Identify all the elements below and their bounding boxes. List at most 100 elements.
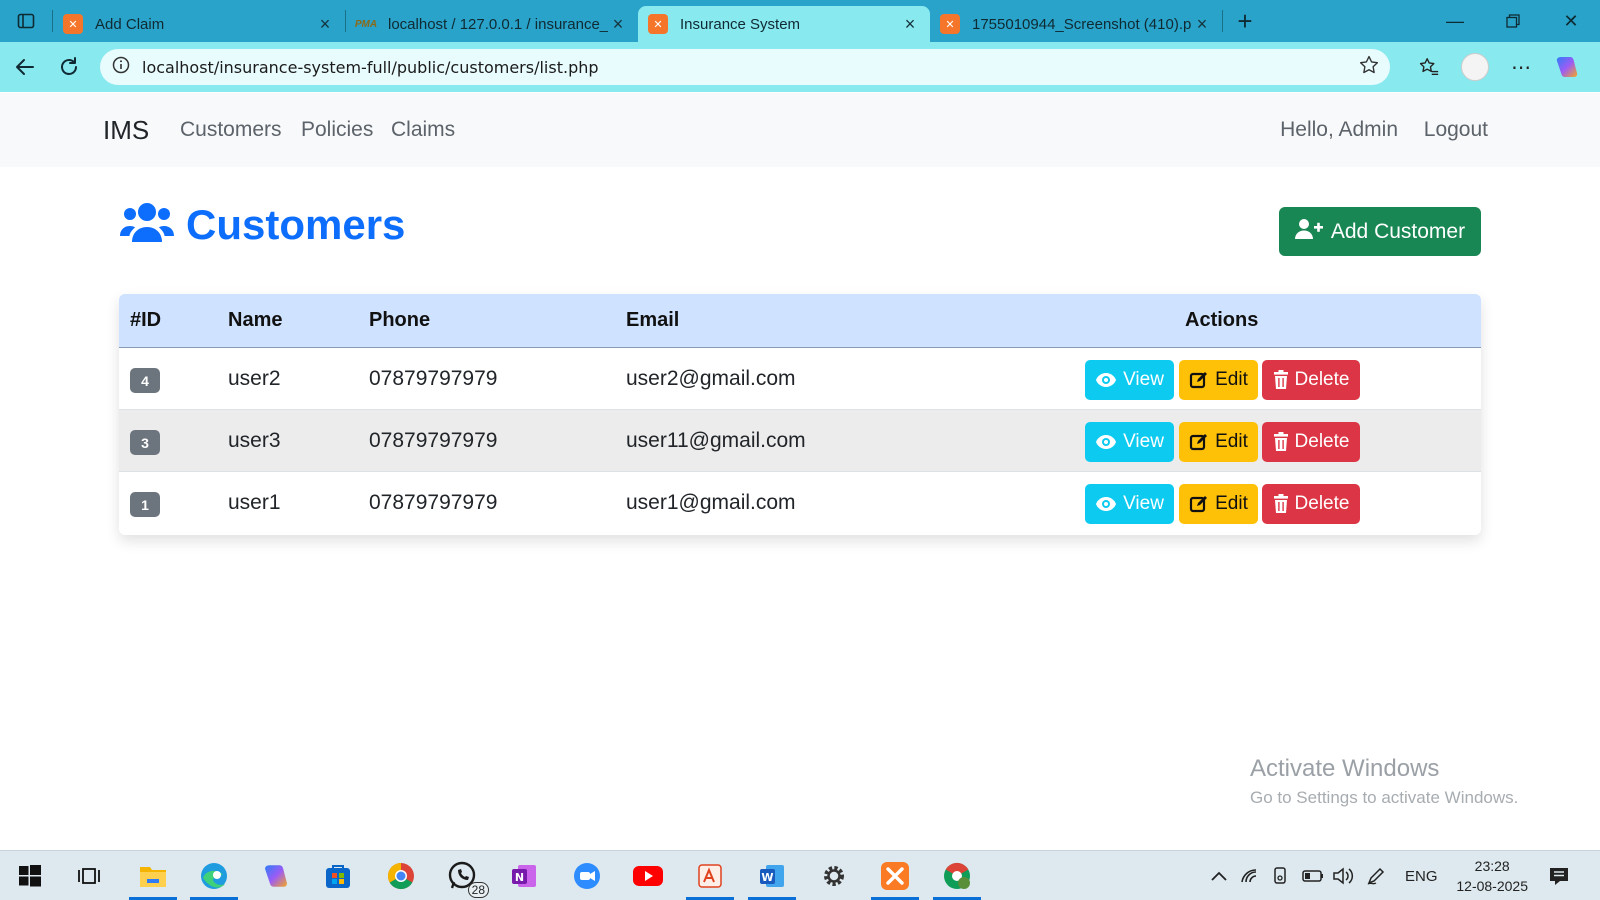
table-row: 3 user3 07879797979 user11@gmail.com Vie… <box>119 410 1481 472</box>
eye-icon <box>1096 373 1117 387</box>
delete-label: Delete <box>1294 493 1350 514</box>
view-button[interactable]: View <box>1085 422 1174 462</box>
edit-icon <box>1190 434 1208 451</box>
delete-label: Delete <box>1294 369 1350 390</box>
eye-icon <box>1096 435 1117 449</box>
close-tab-icon[interactable]: × <box>608 14 628 35</box>
show-hidden-icons[interactable] <box>1210 851 1228 900</box>
browser-tab-phpmyadmin[interactable]: PMA localhost / 127.0.0.1 / insurance_s … <box>346 6 638 42</box>
trash-icon <box>1273 432 1288 451</box>
cell-email: user11@gmail.com <box>626 429 806 452</box>
edge-icon[interactable] <box>196 858 232 894</box>
clock-date: 12-08-2025 <box>1456 878 1528 894</box>
tab-actions-icon[interactable] <box>0 0 52 42</box>
cell-name: user3 <box>228 429 281 452</box>
edit-label: Edit <box>1215 493 1248 514</box>
id-badge: 3 <box>130 430 160 455</box>
task-view-icon[interactable] <box>71 858 107 894</box>
microsoft-store-icon[interactable] <box>320 858 356 894</box>
view-button[interactable]: View <box>1085 360 1174 400</box>
page-header: Customers <box>120 200 405 249</box>
notifications-icon[interactable] <box>1548 851 1570 900</box>
zoom-icon[interactable] <box>569 858 605 894</box>
edit-label: Edit <box>1215 431 1248 452</box>
delete-button[interactable]: Delete <box>1262 360 1360 400</box>
add-customer-label: Add Customer <box>1330 219 1466 243</box>
cell-name: user2 <box>228 367 281 390</box>
svg-text:W: W <box>761 871 773 884</box>
edit-icon <box>1190 496 1208 513</box>
trash-icon <box>1273 370 1288 389</box>
edit-icon <box>1190 372 1208 389</box>
more-options-icon[interactable]: ⋯ <box>1498 45 1544 89</box>
pen-input-icon[interactable] <box>1366 851 1386 900</box>
refresh-icon[interactable] <box>47 45 91 89</box>
copilot-app-icon[interactable] <box>258 858 294 894</box>
xampp-icon: ✕ <box>648 14 668 34</box>
edit-button[interactable]: Edit <box>1179 360 1258 400</box>
chrome-profile-icon[interactable] <box>939 858 975 894</box>
back-icon[interactable] <box>3 45 47 89</box>
tab-title: Add Claim <box>95 15 165 33</box>
browser-tab-screenshot[interactable]: ✕ 1755010944_Screenshot (410).pn × <box>930 6 1222 42</box>
view-button[interactable]: View <box>1085 484 1174 524</box>
delete-button[interactable]: Delete <box>1262 422 1360 462</box>
close-tab-icon[interactable]: × <box>1192 14 1212 35</box>
language-indicator[interactable]: ENG <box>1405 851 1438 900</box>
volume-icon[interactable] <box>1332 851 1354 900</box>
onenote-icon[interactable]: N <box>506 858 542 894</box>
nav-link-claims[interactable]: Claims <box>391 118 455 142</box>
xampp-icon: ✕ <box>63 14 83 34</box>
whatsapp-icon[interactable]: 28 <box>445 858 489 898</box>
file-explorer-icon[interactable] <box>135 858 171 894</box>
minimize-icon[interactable]: — <box>1426 0 1484 42</box>
nav-link-policies[interactable]: Policies <box>301 118 373 142</box>
edit-button[interactable]: Edit <box>1179 484 1258 524</box>
windows-start-icon[interactable] <box>12 858 48 894</box>
chrome-icon[interactable] <box>383 858 419 894</box>
users-icon <box>120 200 174 249</box>
settings-gear-icon[interactable] <box>816 858 852 894</box>
site-info-icon[interactable] <box>112 56 130 79</box>
nav-link-customers[interactable]: Customers <box>180 118 282 142</box>
delete-button[interactable]: Delete <box>1262 484 1360 524</box>
eye-icon <box>1096 497 1117 511</box>
clock-time: 23:28 <box>1474 858 1510 874</box>
close-tab-icon[interactable]: × <box>900 14 920 35</box>
favorites-icon[interactable] <box>1406 45 1452 89</box>
header-id: #ID <box>130 309 162 331</box>
activation-watermark-text: Go to Settings to activate Windows. <box>1250 788 1519 807</box>
activation-watermark-title: Activate Windows <box>1250 755 1440 782</box>
cell-email: user2@gmail.com <box>626 367 796 390</box>
brand-logo[interactable]: IMS <box>103 115 149 146</box>
cell-name: user1 <box>228 491 281 514</box>
cell-email: user1@gmail.com <box>626 491 796 514</box>
pdf-reader-icon[interactable] <box>692 858 728 894</box>
tab-title: localhost / 127.0.0.1 / insurance_s <box>388 15 608 33</box>
mobile-device-icon[interactable] <box>1272 851 1288 900</box>
url-text: localhost/insurance-system-full/public/c… <box>142 57 599 77</box>
battery-icon[interactable] <box>1302 851 1324 900</box>
browser-tab-insurance-system[interactable]: ✕ Insurance System × <box>638 6 930 42</box>
system-clock[interactable]: 23:28 12-08-2025 <box>1456 856 1528 896</box>
xampp-app-icon[interactable] <box>877 858 913 894</box>
logout-link[interactable]: Logout <box>1424 118 1488 142</box>
browser-toolbar: localhost/insurance-system-full/public/c… <box>0 42 1600 92</box>
add-customer-button[interactable]: Add Customer <box>1279 207 1481 256</box>
edit-button[interactable]: Edit <box>1179 422 1258 462</box>
favorite-star-icon[interactable] <box>1358 54 1380 81</box>
address-bar[interactable]: localhost/insurance-system-full/public/c… <box>100 49 1390 85</box>
youtube-icon[interactable] <box>630 858 666 894</box>
close-window-icon[interactable]: ✕ <box>1542 0 1600 42</box>
network-icon[interactable] <box>1240 851 1260 900</box>
close-tab-icon[interactable]: × <box>315 14 335 35</box>
new-tab-icon[interactable]: + <box>1223 0 1267 42</box>
table-row: 4 user2 07879797979 user2@gmail.com View… <box>119 348 1481 410</box>
user-plus-icon <box>1294 218 1331 246</box>
copilot-icon[interactable] <box>1544 45 1590 89</box>
xampp-icon: ✕ <box>940 14 960 34</box>
word-icon[interactable]: W <box>754 858 790 894</box>
browser-tab-add-claim[interactable]: ✕ Add Claim × <box>53 6 345 42</box>
restore-icon[interactable] <box>1484 0 1542 42</box>
profile-avatar-icon[interactable] <box>1452 45 1498 89</box>
